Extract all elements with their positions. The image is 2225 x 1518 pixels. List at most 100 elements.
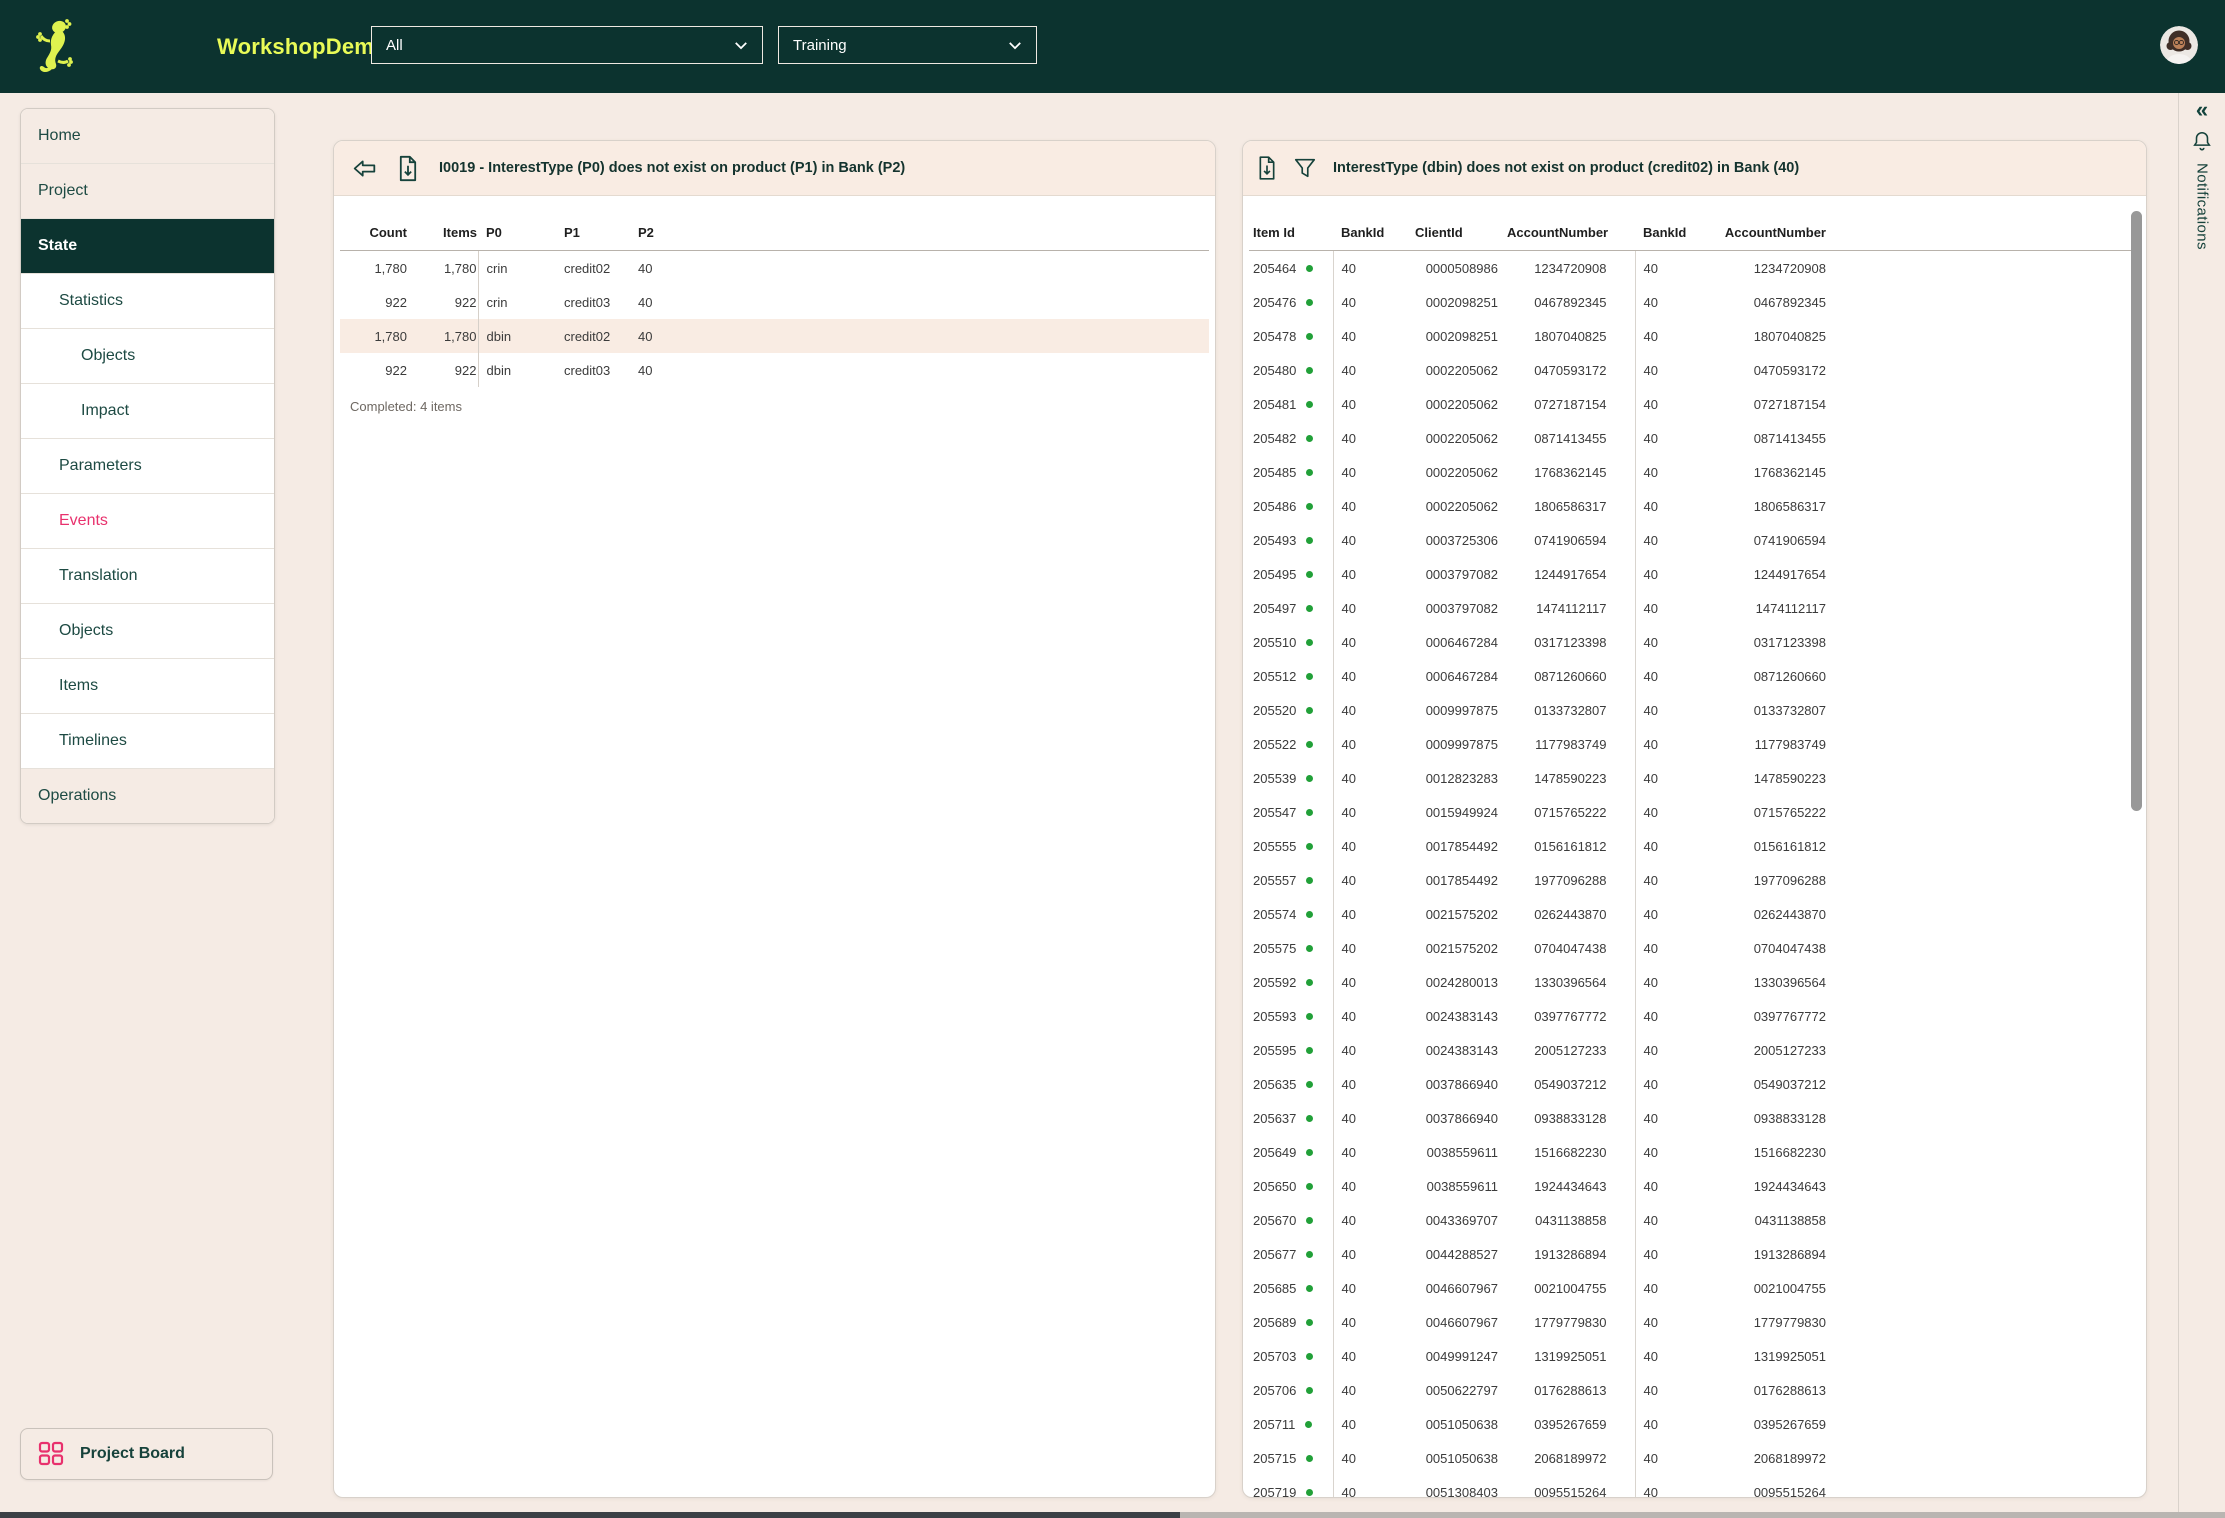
table-row[interactable]: 205497 40 0003797082 1474112117 40 1474112117 (1249, 591, 2140, 625)
table-cell: 205719 (1249, 1475, 1333, 1497)
table-row[interactable]: 205486 40 0002205062 1806586317 40 1806586317 (1249, 489, 2140, 523)
table-cell: 0009997875 (1425, 736, 1498, 752)
table-row[interactable]: 205539 40 0012823283 1478590223 40 1478590223 (1249, 761, 2140, 795)
column-header[interactable]: BankId (1635, 215, 1710, 251)
table-row[interactable]: 205711 40 0051050638 0395267659 40 0395267659 (1249, 1407, 2140, 1441)
table-row[interactable]: 205557 40 0017854492 1977096288 40 1977096288 (1249, 863, 2140, 897)
table-row[interactable]: 205482 40 0002205062 0871413455 40 0871413455 (1249, 421, 2140, 455)
table-row[interactable]: 205574 40 0021575202 0262443870 40 0262443870 (1249, 897, 2140, 931)
table-cell: 1319925051 (1753, 1348, 1826, 1364)
column-header[interactable]: P1 (563, 215, 634, 251)
status-dot (1306, 1352, 1314, 1360)
table-row[interactable]: 205510 40 0006467284 0317123398 40 0317123398 (1249, 625, 2140, 659)
sidebar-item-timelines[interactable]: Timelines (21, 713, 274, 768)
column-header[interactable]: AccountNumber (1506, 215, 1635, 251)
table-row[interactable]: 205689 40 0046607967 1779779830 40 1779779830 (1249, 1305, 2140, 1339)
table-row[interactable]: 1,780 1,780 dbin credit02 40 (340, 319, 1209, 353)
column-header[interactable]: Count (340, 215, 408, 251)
sidebar-item-operations[interactable]: Operations (21, 768, 274, 823)
table-row[interactable]: 205464 40 0000508986 1234720908 40 1234720908 (1249, 250, 2140, 285)
sidebar-item-statistics[interactable]: Statistics (21, 273, 274, 328)
environment-select-value: Training (793, 36, 847, 54)
chevron-down-icon (1008, 37, 1022, 54)
bell-icon[interactable] (2191, 129, 2213, 153)
table-row[interactable]: 205478 40 0002098251 1807040825 40 1807040825 (1249, 319, 2140, 353)
collapse-icon[interactable]: « (2196, 99, 2208, 121)
status-dot (1306, 468, 1314, 476)
table-row[interactable]: 205522 40 0009997875 1177983749 40 1177983749 (1249, 727, 2140, 761)
table-cell: 0871260660 (1753, 668, 1826, 684)
export-icon[interactable] (1257, 155, 1277, 181)
table-row[interactable]: 205715 40 0051050638 2068189972 40 2068189972 (1249, 1441, 2140, 1475)
table-cell: 205575 (1249, 931, 1333, 965)
scrollbar-thumb[interactable] (2131, 211, 2142, 811)
table-cell: 0176288613 (1753, 1382, 1826, 1398)
table-row[interactable]: 205649 40 0038559611 1516682230 40 1516682230 (1249, 1135, 2140, 1169)
back-icon[interactable] (352, 156, 377, 181)
column-header[interactable]: P2 (634, 215, 709, 251)
table-row[interactable]: 205677 40 0044288527 1913286894 40 1913286894 (1249, 1237, 2140, 1271)
table-row[interactable]: 205493 40 0003725306 0741906594 40 0741906594 (1249, 523, 2140, 557)
table-row[interactable]: 205485 40 0002205062 1768362145 40 1768362145 (1249, 455, 2140, 489)
column-header[interactable]: BankId (1333, 215, 1407, 251)
table-row[interactable]: 205593 40 0024383143 0397767772 40 0397767772 (1249, 999, 2140, 1033)
column-header[interactable]: P0 (478, 215, 563, 251)
table-row[interactable]: 205512 40 0006467284 0871260660 40 0871260660 (1249, 659, 2140, 693)
table-row[interactable]: 205719 40 0051308403 0095515264 40 0095515264 (1249, 1475, 2140, 1497)
table-row[interactable]: 205637 40 0037866940 0938833128 40 0938833128 (1249, 1101, 2140, 1135)
status-dot (1306, 1250, 1314, 1258)
table-row[interactable]: 205635 40 0037866940 0549037212 40 0549037212 (1249, 1067, 2140, 1101)
table-cell: 205493 (1249, 523, 1333, 557)
status-dot (1306, 502, 1314, 510)
sidebar-item-state[interactable]: State (21, 218, 274, 273)
sidebar-item-impact[interactable]: Impact (21, 383, 274, 438)
table-row[interactable]: 205595 40 0024383143 2005127233 40 2005127233 (1249, 1033, 2140, 1067)
sidebar-item-items[interactable]: Items (21, 658, 274, 713)
column-header[interactable]: Item Id (1249, 215, 1333, 251)
cell-spacer (1861, 659, 2140, 693)
scrollbar[interactable] (2131, 201, 2143, 1487)
table-cell: 0017854492 (1425, 838, 1498, 854)
table-row[interactable]: 205703 40 0049991247 1319925051 40 1319925051 (1249, 1339, 2140, 1373)
table-cell: 0397767772 (1753, 1008, 1826, 1024)
table-cell: 0051050638 (1425, 1416, 1498, 1432)
sidebar-item-events[interactable]: Events (21, 493, 274, 548)
sidebar-item-translation[interactable]: Translation (21, 548, 274, 603)
table-row[interactable]: 205555 40 0017854492 0156161812 40 0156161812 (1249, 829, 2140, 863)
table-row[interactable]: 205495 40 0003797082 1244917654 40 1244917654 (1249, 557, 2140, 591)
table-row[interactable]: 205520 40 0009997875 0133732807 40 0133732807 (1249, 693, 2140, 727)
table-cell: 0431138858 (1535, 1212, 1607, 1228)
table-row[interactable]: 205476 40 0002098251 0467892345 40 0467892345 (1249, 285, 2140, 319)
table-row[interactable]: 205547 40 0015949924 0715765222 40 0715765222 (1249, 795, 2140, 829)
table-row[interactable]: 205685 40 0046607967 0021004755 40 0021004755 (1249, 1271, 2140, 1305)
project-board-button[interactable]: Project Board (20, 1428, 273, 1480)
column-header[interactable]: Items (408, 215, 478, 251)
environment-select[interactable]: Training (778, 26, 1037, 64)
export-icon[interactable] (397, 155, 419, 182)
table-row[interactable]: 205481 40 0002205062 0727187154 40 0727187154 (1249, 387, 2140, 421)
sidebar-item-home[interactable]: Home (21, 109, 274, 163)
status-dot (1306, 1488, 1314, 1496)
table-cell: 205481 (1249, 387, 1333, 421)
column-header[interactable]: AccountNumber (1710, 215, 1861, 251)
table-row[interactable]: 205592 40 0024280013 1330396564 40 1330396564 (1249, 965, 2140, 999)
scope-select[interactable]: All (371, 26, 763, 64)
table-row[interactable]: 922 922 crin credit03 40 (340, 285, 1209, 319)
table-row[interactable]: 205670 40 0043369707 0431138858 40 0431138858 (1249, 1203, 2140, 1237)
sidebar-item-objects[interactable]: Objects (21, 603, 274, 658)
table-row[interactable]: 205575 40 0021575202 0704047438 40 0704047438 (1249, 931, 2140, 965)
table-cell: 0262443870 (1753, 906, 1826, 922)
table-cell: 0009997875 (1425, 702, 1498, 718)
table-row[interactable]: 205650 40 0038559611 1924434643 40 1924434643 (1249, 1169, 2140, 1203)
sidebar-item-objects[interactable]: Objects (21, 328, 274, 383)
column-header[interactable]: ClientId (1407, 215, 1506, 251)
sidebar-item-project[interactable]: Project (21, 163, 274, 218)
filter-icon[interactable] (1293, 156, 1317, 180)
table-row[interactable]: 922 922 dbin credit03 40 (340, 353, 1209, 387)
table-row[interactable]: 205706 40 0050622797 0176288613 40 0176288613 (1249, 1373, 2140, 1407)
table-cell: 1330396564 (1753, 974, 1826, 990)
table-row[interactable]: 1,780 1,780 crin credit02 40 (340, 250, 1209, 285)
sidebar-item-parameters[interactable]: Parameters (21, 438, 274, 493)
avatar[interactable] (2160, 26, 2198, 64)
table-row[interactable]: 205480 40 0002205062 0470593172 40 0470593172 (1249, 353, 2140, 387)
